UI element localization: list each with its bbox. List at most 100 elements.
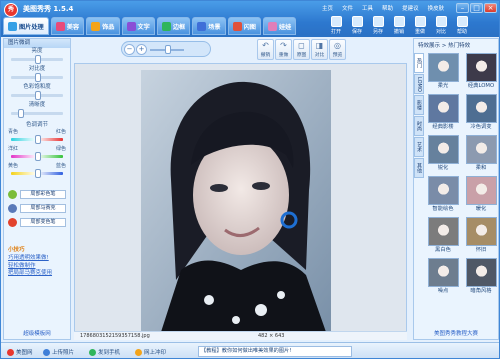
effect-thumbnail[interactable]: 暖化 bbox=[464, 176, 498, 214]
effect-thumbnail[interactable]: 黑白色 bbox=[426, 217, 460, 255]
color-slider[interactable] bbox=[4, 169, 70, 180]
tab-label: 娃娃 bbox=[279, 23, 292, 31]
canvas-compare-button[interactable]: ◨ 对比 bbox=[311, 39, 328, 60]
zoom-slider-handle[interactable] bbox=[165, 45, 171, 54]
effect-label: 锐化 bbox=[437, 165, 449, 171]
effect-preview-image bbox=[465, 94, 497, 123]
canvas-redo-button[interactable]: ↷ 重做 bbox=[275, 39, 292, 60]
canvas-undo-button[interactable]: ↶ 撤销 bbox=[257, 39, 274, 60]
slider-handle[interactable] bbox=[35, 91, 41, 100]
menu-item-help[interactable]: 帮助 bbox=[382, 4, 393, 12]
tab-doll[interactable]: 娃娃 bbox=[263, 17, 297, 35]
slider-handle[interactable] bbox=[35, 135, 41, 144]
preview-button[interactable]: ◎ 预览 bbox=[329, 39, 346, 60]
upload-photo-link[interactable]: 上传照片 bbox=[43, 348, 74, 356]
maximize-button[interactable]: □ bbox=[470, 3, 483, 13]
slider-handle[interactable] bbox=[35, 73, 41, 82]
effect-label: 局部马赛克 bbox=[20, 204, 66, 213]
effect-thumbnail[interactable]: 噪点 bbox=[426, 258, 460, 296]
meitu-icon bbox=[7, 348, 14, 356]
local-mosaic[interactable]: 局部马赛克 bbox=[8, 203, 66, 214]
slider-handle[interactable] bbox=[35, 169, 41, 178]
menu-item-home[interactable]: 主页 bbox=[322, 4, 333, 12]
effect-preview-image bbox=[427, 217, 459, 246]
local-color-pen[interactable]: 局部彩色笔 bbox=[8, 189, 66, 200]
effect-thumbnail[interactable]: 锐化 bbox=[426, 135, 460, 173]
compare-icon bbox=[435, 16, 447, 27]
minimize-button[interactable]: – bbox=[456, 3, 469, 13]
adjust-slider[interactable] bbox=[4, 55, 70, 66]
menu-item-skin[interactable]: 换皮肤 bbox=[428, 4, 445, 12]
online-print-link[interactable]: 网上冲印 bbox=[135, 348, 166, 356]
tab-scene[interactable]: 场景 bbox=[192, 17, 226, 35]
news-ticker[interactable]: 【教程】教你如何做出唯美效果的图片! bbox=[198, 346, 352, 357]
redo-button[interactable]: 重做 bbox=[411, 16, 429, 36]
zoom-in-button[interactable]: + bbox=[136, 44, 147, 55]
portrait-image bbox=[141, 70, 331, 332]
effect-thumbnail[interactable]: 柔光 bbox=[426, 53, 460, 91]
slider-handle[interactable] bbox=[35, 55, 41, 64]
tab-beauty[interactable]: 美容 bbox=[50, 17, 85, 35]
tab-frame[interactable]: 边框 bbox=[156, 17, 191, 35]
color-slider[interactable] bbox=[4, 152, 70, 163]
portrait-photo[interactable] bbox=[141, 70, 331, 332]
save-as-button[interactable]: 另存 bbox=[369, 16, 387, 36]
frame-icon bbox=[161, 21, 171, 31]
meitu-site-link[interactable]: 美图网 bbox=[7, 348, 33, 356]
close-button[interactable]: × bbox=[484, 3, 497, 13]
effect-label: 经典影楼 bbox=[432, 124, 454, 130]
effect-category-tab[interactable]: LOMO bbox=[414, 74, 424, 94]
effect-category-tab[interactable]: 热门 bbox=[414, 53, 424, 73]
effect-thumbnail[interactable]: 经典LOMO bbox=[464, 53, 498, 91]
undo-button[interactable]: 撤销 bbox=[390, 16, 408, 36]
slider-label: 亮度 bbox=[31, 48, 43, 54]
tab-accessories[interactable]: 饰品 bbox=[86, 17, 120, 35]
color-pen-icon bbox=[8, 190, 17, 199]
original-button[interactable]: ◻ 原图 bbox=[293, 39, 310, 60]
effect-thumbnail[interactable]: 暗角风格 bbox=[464, 258, 498, 296]
tab-image-edit[interactable]: 图片处理 bbox=[3, 17, 49, 35]
zoom-out-button[interactable]: − bbox=[124, 44, 135, 55]
local-recolor-pen[interactable]: 局部变色笔 bbox=[8, 217, 66, 228]
edit-label: 撤销 bbox=[260, 53, 271, 58]
print-icon bbox=[135, 348, 142, 356]
help-button[interactable]: 帮助 bbox=[453, 16, 471, 36]
adjust-slider[interactable] bbox=[4, 73, 70, 84]
left-panel-footer-link[interactable]: 超级模板网 bbox=[4, 329, 70, 339]
original-icon: ◻ bbox=[298, 41, 305, 50]
menu-item-file[interactable]: 文件 bbox=[342, 4, 353, 12]
phone-icon bbox=[89, 348, 96, 356]
tip-link[interactable]: 轻松做制作 bbox=[8, 263, 66, 271]
open-button[interactable]: 打开 bbox=[327, 16, 345, 36]
send-to-phone-link[interactable]: 发到手机 bbox=[89, 348, 120, 356]
effect-thumbnail[interactable]: 柔和 bbox=[464, 135, 498, 173]
effect-thumbnail[interactable]: 经典影楼 bbox=[426, 94, 460, 132]
slider-handle[interactable] bbox=[18, 109, 25, 118]
tip-link[interactable]: 巧用透明效果做! bbox=[8, 255, 66, 263]
tab-flash[interactable]: 闪图 bbox=[227, 17, 261, 35]
effect-thumbnail[interactable]: 智能绘色 bbox=[426, 176, 460, 214]
save-button[interactable]: 保存 bbox=[348, 16, 366, 36]
color-slider[interactable] bbox=[4, 135, 70, 146]
effect-thumbnail[interactable]: 怀旧 bbox=[464, 217, 498, 255]
compare-button[interactable]: 对比 bbox=[432, 16, 450, 36]
edit-label: 原图 bbox=[296, 53, 307, 58]
effect-preview-image bbox=[465, 176, 497, 205]
menu-item-feedback[interactable]: 提建议 bbox=[402, 4, 419, 12]
tab-text[interactable]: 文字 bbox=[121, 17, 155, 35]
adjust-slider[interactable] bbox=[4, 109, 70, 120]
effect-category-tab[interactable]: 时尚 bbox=[414, 116, 424, 136]
effect-category-tab[interactable]: 影楼 bbox=[414, 95, 424, 115]
effect-label: 暖化 bbox=[475, 206, 487, 212]
tutorial-contest-link[interactable]: 美图秀秀教程大赛 bbox=[414, 329, 498, 339]
app-title: 美图秀秀 1.5.4 bbox=[23, 5, 74, 13]
effect-label: 柔光 bbox=[437, 83, 449, 89]
adjust-slider[interactable] bbox=[4, 91, 70, 102]
effect-thumbnail[interactable]: 冷色调变 bbox=[464, 94, 498, 132]
tip-link[interactable]: 把局部马赛克使用 bbox=[8, 270, 66, 278]
menu-item-tools[interactable]: 工具 bbox=[362, 4, 373, 12]
app-window: 秀 美图秀秀 1.5.4 主页 文件 工具 帮助 提建议 换皮肤 – □ × 图… bbox=[0, 0, 500, 359]
effect-category-tab[interactable]: 艺术 bbox=[414, 137, 424, 157]
effect-category-tab[interactable]: 其他 bbox=[414, 158, 424, 178]
slider-handle[interactable] bbox=[35, 152, 41, 161]
